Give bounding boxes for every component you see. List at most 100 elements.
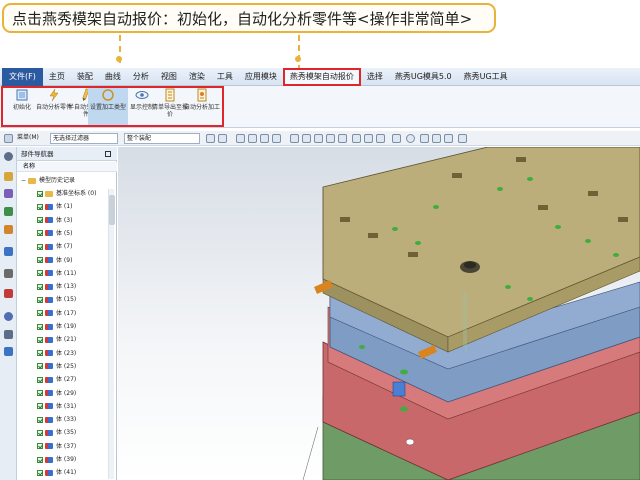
tree-row-body[interactable]: 体 (33) bbox=[37, 413, 76, 426]
cube-icon[interactable] bbox=[236, 134, 245, 143]
menu-app-modules[interactable]: 应用模块 bbox=[239, 68, 283, 86]
tree-row-body[interactable]: 体 (21) bbox=[37, 333, 76, 346]
visibility-checkbox[interactable] bbox=[37, 403, 43, 410]
tree-row-body[interactable]: 体 (5) bbox=[37, 227, 72, 240]
visibility-checkbox[interactable] bbox=[37, 376, 43, 383]
select-icon[interactable] bbox=[218, 134, 227, 143]
visibility-checkbox[interactable] bbox=[37, 350, 43, 357]
fit-icon[interactable] bbox=[326, 134, 335, 143]
tree-row-body[interactable]: 体 (13) bbox=[37, 280, 76, 293]
menu-analysis[interactable]: 分析 bbox=[127, 68, 155, 86]
visibility-checkbox[interactable] bbox=[37, 390, 43, 396]
lasso-icon[interactable] bbox=[272, 134, 281, 143]
history-icon[interactable] bbox=[4, 269, 13, 278]
part-nav-icon[interactable] bbox=[4, 207, 13, 216]
grid-icon[interactable] bbox=[444, 134, 453, 143]
scroll-thumb[interactable] bbox=[109, 195, 115, 225]
menu-assembly[interactable]: 装配 bbox=[71, 68, 99, 86]
tree-root-row[interactable]: − 模型历史记录 bbox=[21, 174, 75, 187]
roles-icon[interactable] bbox=[4, 289, 13, 298]
visibility-checkbox[interactable] bbox=[37, 217, 43, 224]
tree-row-body[interactable]: 体 (15) bbox=[37, 293, 76, 306]
tree-row-body[interactable]: 体 (1) bbox=[37, 200, 72, 213]
snap-icon[interactable] bbox=[206, 134, 215, 143]
tree-row-body[interactable]: 体 (29) bbox=[37, 387, 76, 400]
collapse-icon[interactable]: − bbox=[21, 174, 26, 187]
tree-row-body[interactable]: 体 (9) bbox=[37, 254, 72, 267]
tree-row-body[interactable]: 体 (23) bbox=[37, 347, 76, 360]
rotate-icon[interactable] bbox=[290, 134, 299, 143]
tool-icon[interactable] bbox=[4, 330, 13, 339]
tree-row-body[interactable]: 体 (35) bbox=[37, 426, 76, 439]
menu-select[interactable]: 选择 bbox=[361, 68, 389, 86]
wrench-icon[interactable] bbox=[4, 347, 13, 356]
visibility-checkbox[interactable] bbox=[37, 429, 43, 436]
tree-row-body[interactable]: 体 (17) bbox=[37, 307, 76, 320]
visibility-checkbox[interactable] bbox=[37, 336, 43, 343]
zoom-icon[interactable] bbox=[314, 134, 323, 143]
visibility-checkbox[interactable] bbox=[37, 416, 43, 423]
curve-icon[interactable] bbox=[352, 134, 361, 143]
selection-filter-select[interactable]: 无选择过滤器 bbox=[50, 133, 118, 144]
tree-row-body[interactable]: 体 (11) bbox=[37, 267, 76, 280]
visibility-checkbox[interactable] bbox=[37, 443, 43, 450]
menu-tools[interactable]: 工具 bbox=[211, 68, 239, 86]
mold-base-model[interactable] bbox=[118, 147, 640, 480]
wave-icon[interactable] bbox=[364, 134, 373, 143]
settings-icon[interactable] bbox=[4, 152, 13, 161]
visibility-checkbox[interactable] bbox=[37, 243, 43, 250]
tree-row-datum[interactable]: 基准坐标系 (0) bbox=[37, 187, 96, 200]
visibility-checkbox[interactable] bbox=[37, 190, 43, 197]
file-menu[interactable]: 文件(F) bbox=[2, 67, 43, 86]
scope-select[interactable]: 整个装配 bbox=[124, 133, 200, 144]
tree-row-body[interactable]: 体 (37) bbox=[37, 440, 76, 453]
web-browser-icon[interactable] bbox=[4, 247, 13, 256]
menu-icon[interactable] bbox=[4, 134, 13, 143]
visibility-checkbox[interactable] bbox=[37, 363, 43, 370]
face-icon[interactable] bbox=[248, 134, 257, 143]
graphics-window[interactable] bbox=[118, 147, 640, 480]
tree-row-body[interactable]: 体 (27) bbox=[37, 373, 76, 386]
visibility-checkbox[interactable] bbox=[37, 283, 43, 290]
tree-row-body[interactable]: 体 (25) bbox=[37, 360, 76, 373]
name-column-header[interactable]: 名称 bbox=[17, 162, 117, 172]
tree-row-body[interactable]: 体 (7) bbox=[37, 240, 72, 253]
plus-icon[interactable] bbox=[420, 134, 429, 143]
constraint-nav-icon[interactable] bbox=[4, 189, 13, 198]
visibility-checkbox[interactable] bbox=[37, 456, 43, 463]
tree-row-body[interactable]: 体 (41) bbox=[37, 466, 76, 479]
menu-yanxiu-quote[interactable]: 燕秀模架自动报价 bbox=[282, 67, 361, 86]
menu-dropdown[interactable]: 菜单(M) bbox=[15, 133, 47, 144]
target-icon[interactable] bbox=[458, 134, 467, 143]
clock-icon[interactable] bbox=[4, 312, 13, 321]
tree-row-body[interactable]: 体 (19) bbox=[37, 320, 76, 333]
pan-icon[interactable] bbox=[302, 134, 311, 143]
spline-icon[interactable] bbox=[376, 134, 385, 143]
slash-icon[interactable] bbox=[432, 134, 441, 143]
point-icon[interactable] bbox=[392, 134, 401, 143]
visibility-checkbox[interactable] bbox=[37, 469, 43, 476]
visibility-checkbox[interactable] bbox=[37, 323, 43, 330]
visibility-checkbox[interactable] bbox=[37, 270, 43, 277]
menu-yanxiu-tools[interactable]: 燕秀UG工具 bbox=[458, 68, 514, 86]
tree-row-body[interactable]: 体 (39) bbox=[37, 453, 76, 466]
menu-render[interactable]: 渲染 bbox=[183, 68, 211, 86]
menu-view[interactable]: 视图 bbox=[155, 68, 183, 86]
tree-row-body[interactable]: 体 (31) bbox=[37, 400, 76, 413]
navigator-scrollbar[interactable] bbox=[108, 189, 115, 479]
visibility-checkbox[interactable] bbox=[37, 203, 43, 210]
menu-curve[interactable]: 曲线 bbox=[99, 68, 127, 86]
visibility-checkbox[interactable] bbox=[37, 257, 43, 263]
visibility-checkbox[interactable] bbox=[37, 230, 43, 237]
assembly-nav-icon[interactable] bbox=[4, 172, 13, 181]
tree-row-body[interactable]: 体 (3) bbox=[37, 214, 72, 227]
visibility-checkbox[interactable] bbox=[37, 296, 43, 303]
visibility-checkbox[interactable] bbox=[37, 310, 43, 317]
menu-yanxiu-mold[interactable]: 燕秀UG模具5.0 bbox=[389, 68, 458, 86]
navigator-maximize-icon[interactable] bbox=[105, 151, 111, 157]
box-select-icon[interactable] bbox=[260, 134, 269, 143]
line-icon[interactable] bbox=[338, 134, 347, 143]
menu-home[interactable]: 主页 bbox=[43, 68, 71, 86]
reuse-library-icon[interactable] bbox=[4, 225, 13, 234]
circle-snap-icon[interactable] bbox=[406, 134, 415, 143]
